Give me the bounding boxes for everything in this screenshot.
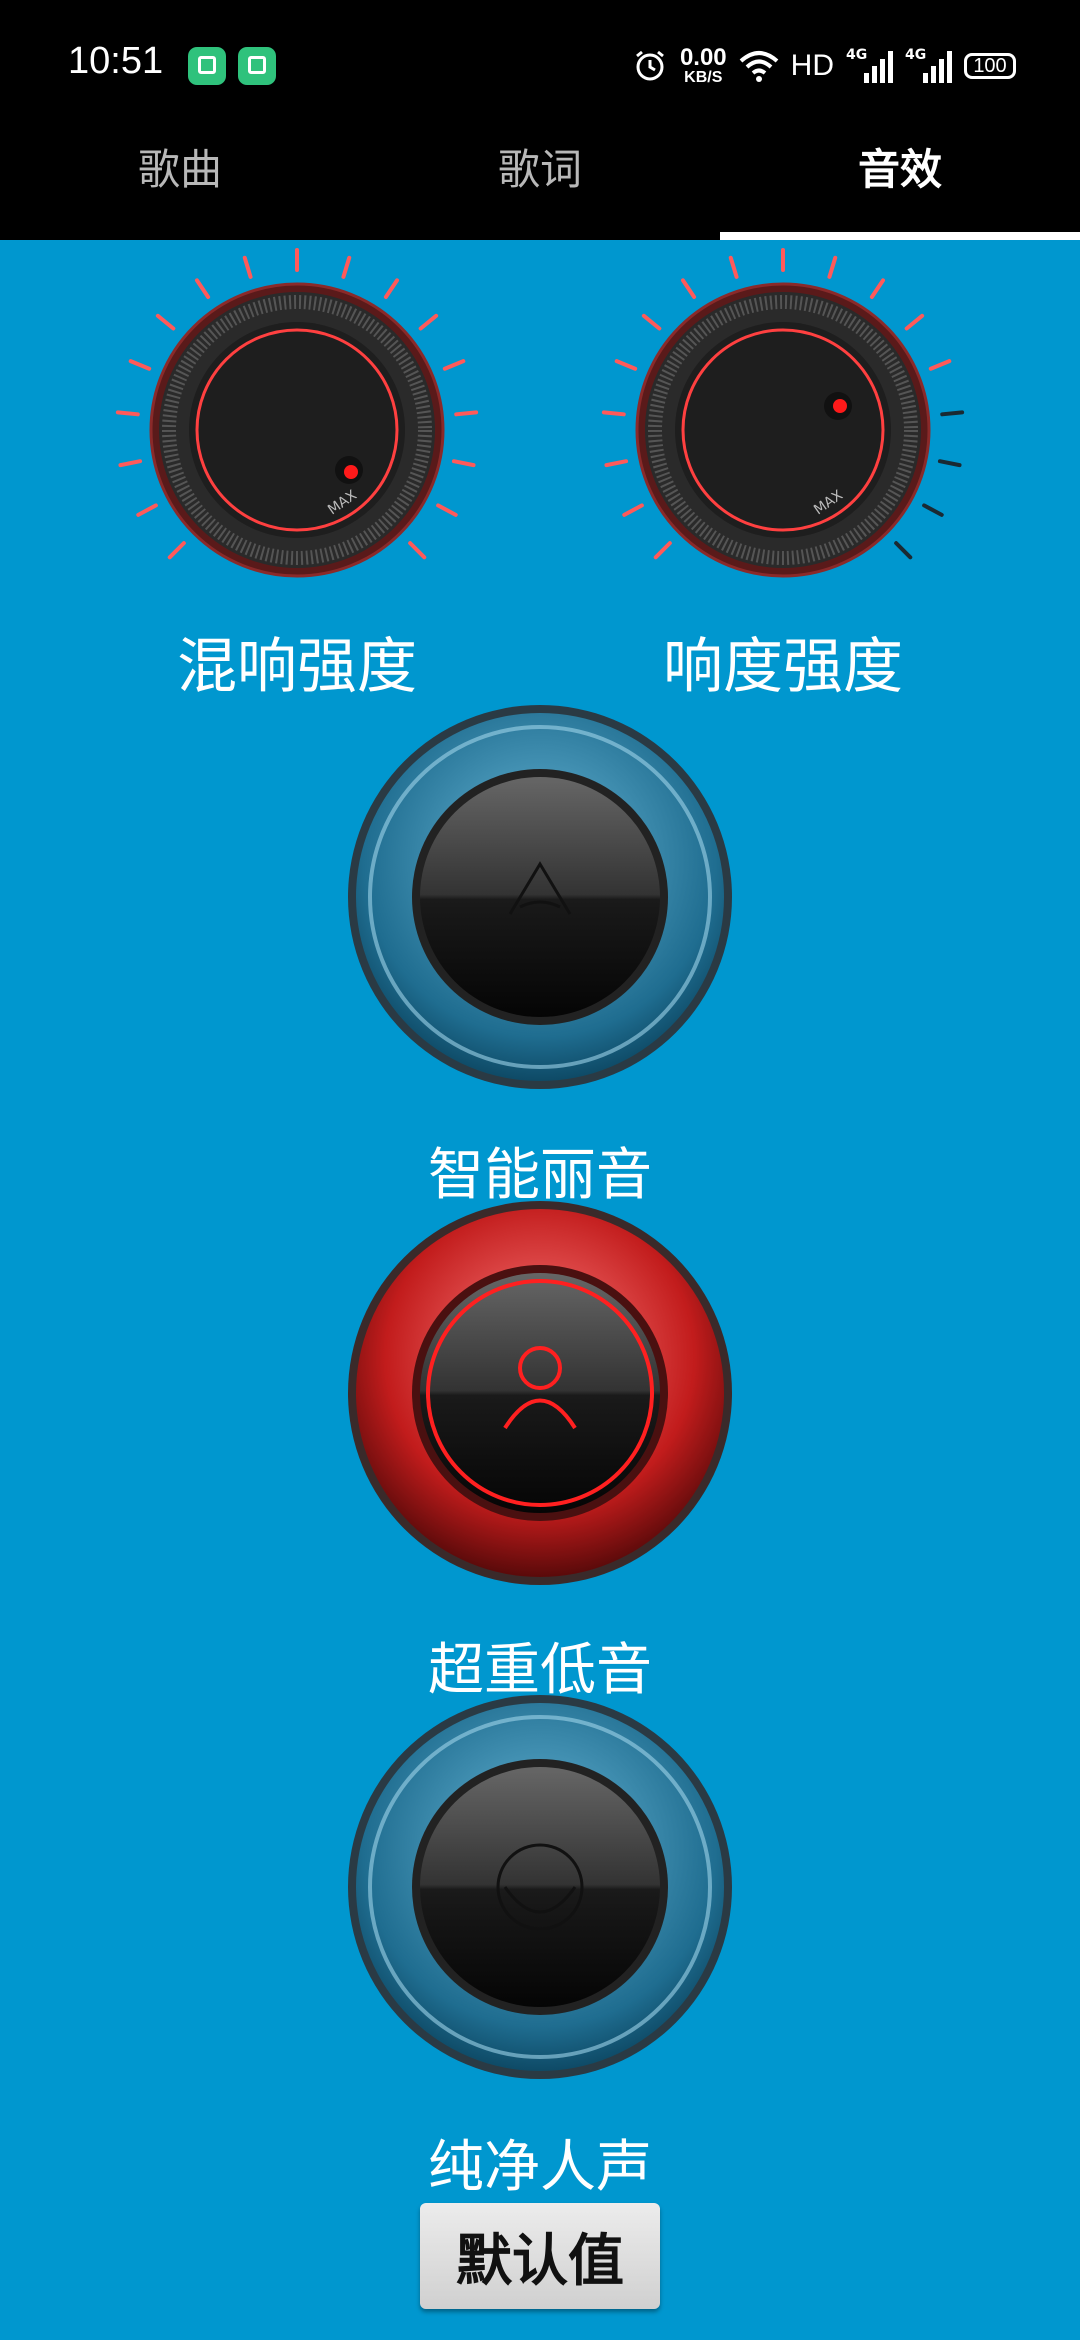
knob-tick	[653, 541, 672, 560]
alarm-icon	[636, 50, 664, 81]
app-notification-icon	[188, 47, 226, 85]
knob-tick	[894, 541, 913, 560]
tab-sound-effects[interactable]: 音效	[720, 130, 1080, 240]
tab-lyrics[interactable]: 歌词	[360, 130, 720, 240]
knob-tick	[728, 255, 739, 279]
default-button[interactable]: 默认值	[420, 2203, 660, 2309]
loudness-knob[interactable]: MAX	[593, 240, 973, 600]
knob-tick	[928, 359, 952, 371]
status-bar: 10:51 0.00 KB/S HD 4G 4G 100	[0, 0, 1080, 130]
knob-tick	[614, 359, 638, 371]
wifi-icon	[739, 51, 778, 82]
knob-tick	[155, 313, 176, 331]
smart-audio-button[interactable]	[345, 702, 735, 1092]
reverb-knob[interactable]: MAX	[107, 240, 487, 600]
knob-tick	[242, 255, 253, 279]
knob-tick	[940, 410, 965, 417]
reverb-label: 混响强度	[177, 632, 417, 702]
knob-tick	[418, 313, 439, 331]
knob-tick	[827, 255, 838, 279]
knob-tick	[601, 410, 626, 417]
knob-tick	[680, 278, 697, 299]
hd-indicator: HD	[790, 49, 834, 82]
signal-4g-1: 4G	[846, 47, 893, 83]
pure-vocal-label: 纯净人声	[428, 2135, 652, 2200]
tab-bar: 歌曲 歌词 音效	[0, 130, 1080, 240]
knob-tick	[118, 459, 143, 468]
knob-tick	[436, 503, 458, 517]
knob-tick	[869, 278, 886, 299]
knob-tick	[904, 313, 925, 331]
knob-tick	[641, 313, 662, 331]
knob-tick	[383, 278, 400, 299]
knob-tick	[454, 410, 479, 417]
battery-saver-icon	[238, 47, 276, 85]
knob-tick	[622, 503, 644, 517]
signal-4g-2: 4G	[905, 47, 952, 83]
status-time: 10:51	[68, 40, 164, 82]
knob-tick	[115, 410, 140, 417]
knob-tick	[408, 541, 427, 560]
knob-tick	[451, 459, 476, 468]
network-speed: 0.00 KB/S	[679, 44, 727, 86]
knob-tick	[136, 503, 158, 517]
knob-tick	[167, 541, 186, 560]
knob-tick	[604, 459, 629, 468]
super-bass-button[interactable]	[345, 1198, 735, 1588]
knob-tick	[341, 255, 352, 279]
pure-vocal-button[interactable]	[345, 1692, 735, 2082]
battery-indicator: 100	[964, 53, 1016, 79]
knob-tick	[442, 359, 466, 371]
knob-tick	[128, 359, 152, 371]
knob-tick	[937, 459, 962, 468]
knob-tick	[194, 278, 211, 299]
loudness-label: 响度强度	[663, 632, 903, 702]
knob-tick	[922, 503, 944, 517]
tab-songs[interactable]: 歌曲	[0, 130, 360, 240]
